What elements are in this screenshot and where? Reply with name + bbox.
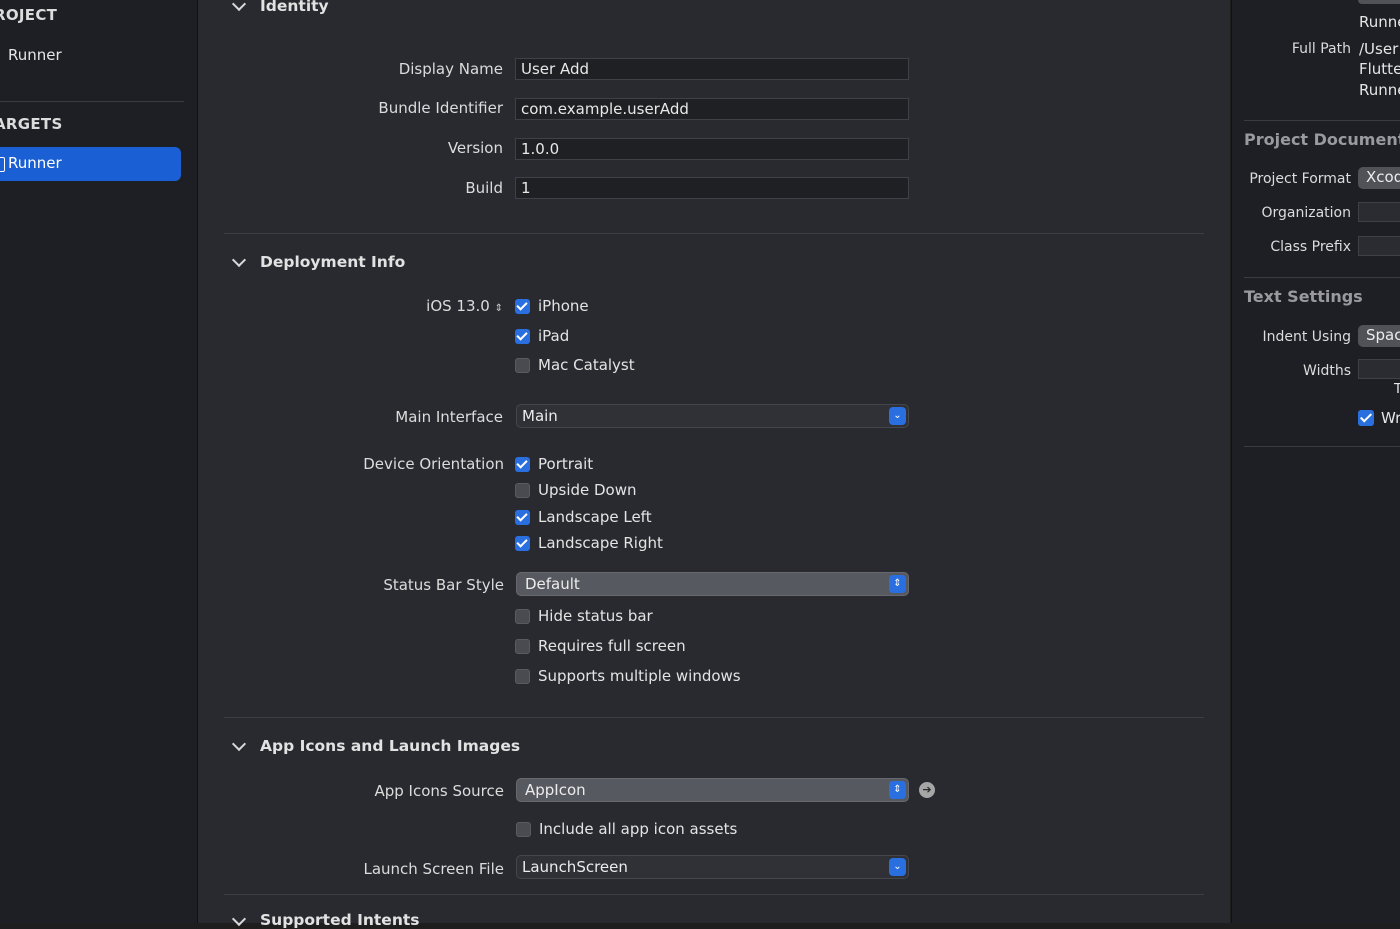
navigator-divider [0,101,184,102]
section-divider [224,233,1204,234]
up-down-stepper-icon: ⇕ [494,303,503,314]
identity-section-title: Identity [260,0,329,15]
wrap-lines-label: Wr [1381,409,1400,427]
project-heading: ROJECT [0,6,58,24]
indent-using-popup[interactable]: Spac [1358,325,1400,347]
up-down-chevron-icon: ⇕ [889,781,906,799]
target-item-label: Runner [8,154,62,172]
widths-field[interactable] [1358,359,1400,379]
chevron-down-icon[interactable]: ⌄ [889,858,906,876]
checkbox-checked-icon [515,536,530,551]
full-path-line-2: Flutte [1359,60,1400,78]
app-icons-section-title: App Icons and Launch Images [260,737,521,755]
checkbox-unchecked-icon [515,358,530,373]
class-prefix-label: Class Prefix [1270,239,1351,255]
main-interface-combo[interactable]: Main ⌄ [516,404,909,428]
organization-label: Organization [1261,205,1351,221]
build-field[interactable]: 1 [515,177,909,199]
app-icons-source-popup[interactable]: AppIcon ⇕ [516,778,909,802]
tab-width-label: T [1394,382,1400,397]
inspector-divider [1244,277,1400,278]
location-value: Runne [1359,13,1400,31]
project-format-label: Project Format [1249,171,1351,187]
full-path-line-1: /User [1359,40,1399,58]
widths-label: Widths [1303,363,1351,379]
checkbox-unchecked-icon [516,822,531,837]
full-path-label: Full Path [1291,41,1351,57]
general-settings-editor: Identity Display Name User Add Bundle Id… [198,0,1230,929]
status-bar-style-label: Status Bar Style [383,576,504,594]
target-item-runner[interactable]: Runner [0,147,181,181]
project-format-popup[interactable]: Xcod [1358,167,1400,189]
full-path-line-3: Runne [1359,81,1400,99]
launch-screen-file-label: Launch Screen File [363,860,504,878]
ios-version-label: iOS 13.0 [426,297,490,315]
supported-intents-disclosure-chevron-icon[interactable] [231,911,247,927]
section-divider [224,717,1204,718]
main-interface-label: Main Interface [395,408,503,426]
wrap-lines-checkbox[interactable] [1358,410,1374,426]
location-popup[interactable] [1358,0,1400,4]
class-prefix-field[interactable] [1358,236,1400,256]
go-to-arrow-icon[interactable]: ➔ [919,782,935,798]
indent-using-label: Indent Using [1262,329,1351,345]
chevron-down-icon[interactable]: ⌄ [889,407,906,425]
device-orientation-label: Device Orientation [363,455,504,473]
build-label: Build [465,179,503,197]
deployment-disclosure-chevron-icon[interactable] [231,252,247,268]
deployment-section-title: Deployment Info [260,253,406,271]
checkbox-checked-icon [515,329,530,344]
checkbox-unchecked-icon [515,483,530,498]
text-settings-title: Text Settings [1244,287,1363,306]
project-document-title: Project Document [1244,130,1400,149]
organization-field[interactable] [1358,202,1400,222]
checkbox-unchecked-icon [515,609,530,624]
file-inspector: Runne Full Path /User Flutte Runne Proje… [1231,0,1400,923]
bundle-identifier-field[interactable]: com.example.userAdd [515,98,909,120]
display-name-label: Display Name [398,60,503,78]
project-item-runner[interactable]: Runner [8,46,62,64]
checkbox-checked-icon [515,299,530,314]
launch-screen-file-combo[interactable]: LaunchScreen ⌄ [516,855,909,879]
app-target-icon [0,157,5,172]
bundle-identifier-label: Bundle Identifier [378,99,503,117]
section-divider [224,894,1204,895]
display-name-field[interactable]: User Add [515,58,909,80]
inspector-divider [1244,446,1400,447]
app-icons-source-label: App Icons Source [374,782,504,800]
inspector-divider [1244,120,1400,121]
checkbox-unchecked-icon [515,639,530,654]
version-label: Version [447,139,503,157]
identity-disclosure-chevron-icon[interactable] [231,0,247,12]
checkbox-unchecked-icon [515,669,530,684]
checkbox-checked-icon [515,510,530,525]
version-field[interactable]: 1.0.0 [515,138,909,160]
project-navigator: ROJECT Runner ARGETS Runner [0,0,198,923]
supported-intents-section-title: Supported Intents [260,911,420,929]
ios-version-popup[interactable]: iOS 13.0 ⇕ [426,297,503,315]
checkbox-checked-icon [515,457,530,472]
status-bar-style-popup[interactable]: Default ⇕ [516,572,909,596]
up-down-chevron-icon: ⇕ [889,575,906,593]
targets-heading: ARGETS [0,115,63,133]
app-icons-disclosure-chevron-icon[interactable] [231,736,247,752]
